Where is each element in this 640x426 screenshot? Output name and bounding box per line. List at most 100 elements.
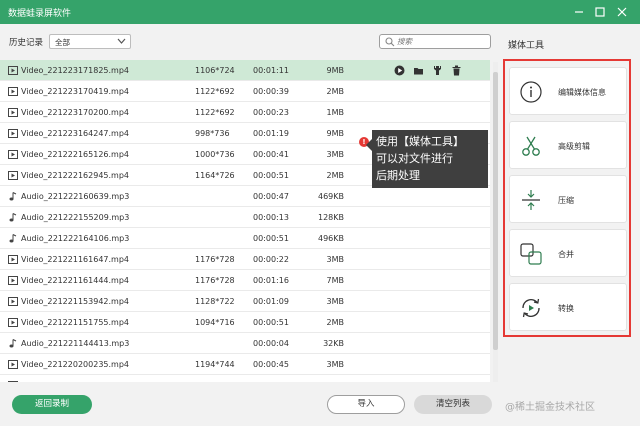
edit-media-info-button[interactable]: 编辑媒体信息	[509, 67, 627, 115]
window-title: 数据蛙录屏软件	[8, 9, 72, 19]
history-filter-select[interactable]: 全部	[49, 34, 131, 49]
file-name: Video_221221153942.mp4	[21, 297, 129, 306]
file-name: Video_221221151755.mp4	[21, 318, 129, 327]
file-size: 9MB	[326, 66, 344, 75]
file-list: Video_221223171825.mp4 1106*724 00:01:11 9M…	[0, 60, 490, 382]
table-row[interactable]: Video_221220192525.mp4 1014*624 00:01:19 3M…	[0, 375, 490, 382]
file-resolution: 1122*692	[195, 108, 235, 117]
file-name: Audio_221221144413.mp3	[21, 339, 130, 348]
table-row[interactable]: Audio_221222155209.mp3 00:00:13 128KB	[0, 207, 490, 228]
file-duration: 00:00:47	[253, 192, 289, 201]
info-icon	[519, 80, 543, 104]
history-label: 历史记录	[9, 38, 44, 48]
audio-file-icon	[8, 234, 18, 243]
media-tools-panel: 编辑媒体信息 高级剪辑 压缩 合并 转换	[503, 59, 631, 337]
file-resolution: 1176*728	[195, 255, 235, 264]
table-row[interactable]: Video_221221153942.mp4 1128*722 00:01:09 3M…	[0, 291, 490, 312]
scissors-icon	[519, 134, 543, 158]
tool-label: 高级剪辑	[558, 142, 590, 151]
video-file-icon	[8, 318, 18, 327]
table-row[interactable]: Video_221223170200.mp4 1122*692 00:00:23 1M…	[0, 102, 490, 123]
tool-icon[interactable]	[432, 65, 443, 76]
file-size: 3MB	[326, 150, 344, 159]
table-row[interactable]: Video_221223170419.mp4 1122*692 00:00:39 2M…	[0, 81, 490, 102]
file-resolution: 998*736	[195, 129, 230, 138]
minimize-icon[interactable]	[569, 2, 589, 22]
file-size: 3MB	[326, 360, 344, 369]
media-tools-tooltip: 使用【媒体工具】 可以对文件进行 后期处理	[366, 130, 488, 188]
file-size: 2MB	[326, 87, 344, 96]
file-name: Video_221223170200.mp4	[21, 108, 129, 117]
tool-label: 合并	[558, 250, 574, 259]
file-size: 9MB	[326, 129, 344, 138]
table-row[interactable]: Video_221220200235.mp4 1194*744 00:00:45 3M…	[0, 354, 490, 375]
file-size: 469KB	[317, 192, 344, 201]
file-name: Video_221223164247.mp4	[21, 129, 129, 138]
table-row[interactable]: Video_221221161647.mp4 1176*728 00:00:22 3M…	[0, 249, 490, 270]
file-duration: 00:00:51	[253, 234, 289, 243]
file-duration: 00:00:51	[253, 318, 289, 327]
file-name: Video_221220200235.mp4	[21, 360, 129, 369]
file-duration: 00:00:45	[253, 360, 289, 369]
file-duration: 00:00:13	[253, 213, 289, 222]
video-file-icon	[8, 129, 18, 138]
clear-list-button[interactable]: 清空列表	[414, 395, 492, 414]
audio-file-icon	[8, 213, 18, 222]
file-name: Video_221220192525.mp4	[21, 381, 129, 382]
tooltip-line: 后期处理	[376, 169, 420, 182]
file-name: Audio_221222164106.mp3	[21, 234, 130, 243]
video-file-icon	[8, 66, 18, 75]
tool-label: 编辑媒体信息	[558, 88, 606, 97]
import-button[interactable]: 导入	[327, 395, 405, 414]
file-size: 1MB	[326, 108, 344, 117]
file-name: Video_221223171825.mp4	[21, 66, 129, 75]
advanced-edit-button[interactable]: 高级剪辑	[509, 121, 627, 169]
back-to-record-button[interactable]: 返回录制	[12, 395, 92, 414]
trash-icon[interactable]	[451, 65, 462, 76]
file-resolution: 1106*724	[195, 66, 235, 75]
maximize-icon[interactable]	[590, 2, 610, 22]
file-duration: 00:01:19	[253, 381, 289, 382]
play-icon[interactable]	[394, 65, 405, 76]
file-name: Video_221222165126.mp4	[21, 150, 129, 159]
folder-icon[interactable]	[413, 65, 424, 76]
table-row[interactable]: Audio_221221144413.mp3 00:00:04 32KB	[0, 333, 490, 354]
file-duration: 00:00:04	[253, 339, 289, 348]
file-duration: 00:01:11	[253, 66, 289, 75]
audio-file-icon	[8, 339, 18, 348]
file-duration: 00:01:19	[253, 129, 289, 138]
file-size: 128KB	[317, 213, 344, 222]
scrollbar-thumb[interactable]	[493, 72, 498, 350]
video-file-icon	[8, 87, 18, 96]
tooltip-line: 使用【媒体工具】	[376, 135, 464, 148]
file-duration: 00:00:51	[253, 171, 289, 180]
file-name: Audio_221222155209.mp3	[21, 213, 130, 222]
tool-label: 转换	[558, 304, 574, 313]
video-file-icon	[8, 108, 18, 117]
file-size: 32KB	[323, 339, 344, 348]
watermark: @稀土掘金技术社区	[505, 402, 595, 413]
table-row[interactable]: Audio_221222164106.mp3 00:00:51 496KB	[0, 228, 490, 249]
file-size: 3MB	[326, 255, 344, 264]
table-row[interactable]: Video_221223171825.mp4 1106*724 00:01:11 9M…	[0, 60, 490, 81]
video-file-icon	[8, 171, 18, 180]
merge-button[interactable]: 合并	[509, 229, 627, 277]
compress-icon	[519, 188, 543, 212]
file-resolution: 1164*726	[195, 171, 235, 180]
convert-button[interactable]: 转换	[509, 283, 627, 331]
file-resolution: 1014*624	[195, 381, 235, 382]
table-row[interactable]: Video_221221151755.mp4 1094*716 00:00:51 2M…	[0, 312, 490, 333]
search-input[interactable]	[397, 36, 487, 47]
compress-button[interactable]: 压缩	[509, 175, 627, 223]
close-icon[interactable]	[612, 2, 632, 22]
merge-icon	[519, 242, 543, 266]
file-name: Video_221223170419.mp4	[21, 87, 129, 96]
table-row[interactable]: Audio_221222160639.mp3 00:00:47 469KB	[0, 186, 490, 207]
search-box[interactable]	[379, 34, 491, 49]
table-row[interactable]: Video_221221161444.mp4 1176*728 00:01:16 7M…	[0, 270, 490, 291]
file-duration: 00:00:23	[253, 108, 289, 117]
file-resolution: 1176*728	[195, 276, 235, 285]
file-duration: 00:01:16	[253, 276, 289, 285]
file-resolution: 1128*722	[195, 297, 235, 306]
file-size: 2MB	[326, 171, 344, 180]
